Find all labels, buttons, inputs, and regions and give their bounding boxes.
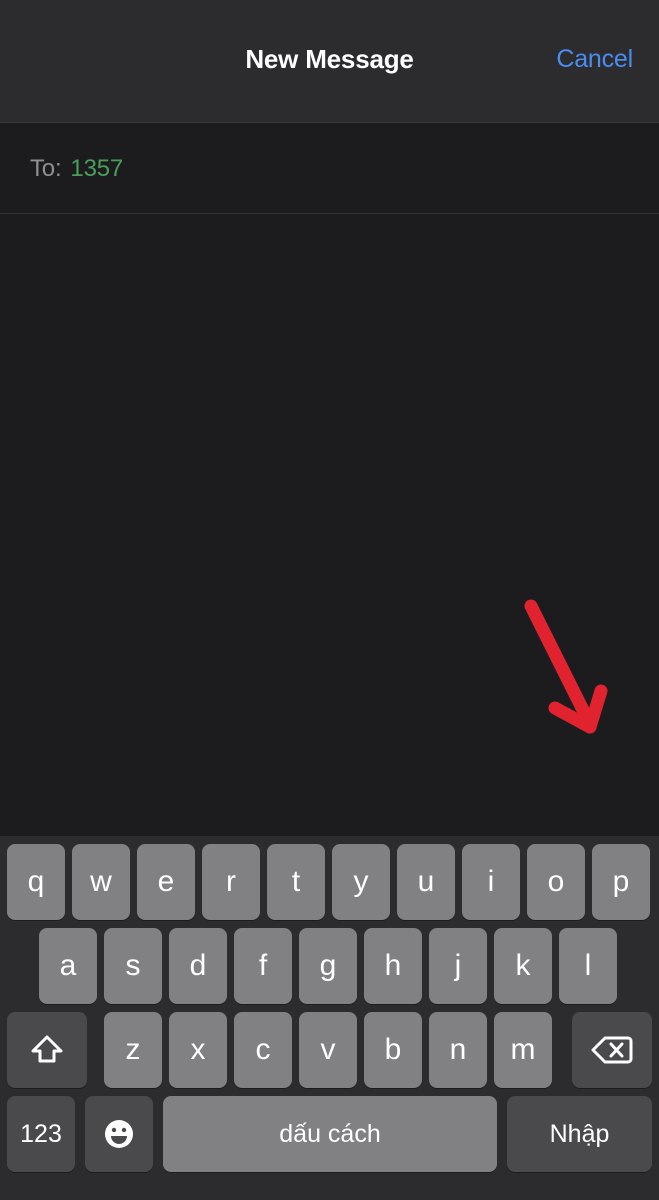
key-p[interactable]: p — [592, 844, 650, 920]
key-l[interactable]: l — [559, 928, 617, 1004]
messages-new-message-screen: New Message Cancel To: 1357 q w e r t y … — [0, 0, 659, 1200]
recipient-field[interactable]: To: 1357 — [0, 122, 659, 214]
key-s-label: s — [125, 949, 141, 982]
key-m[interactable]: m — [494, 1012, 552, 1088]
key-k-label: k — [515, 949, 531, 982]
space-key[interactable]: dấu cách — [163, 1096, 497, 1172]
key-u[interactable]: u — [397, 844, 455, 920]
key-r[interactable]: r — [202, 844, 260, 920]
key-x[interactable]: x — [169, 1012, 227, 1088]
key-i-label: i — [487, 865, 495, 898]
key-e[interactable]: e — [137, 844, 195, 920]
key-n[interactable]: n — [429, 1012, 487, 1088]
key-c[interactable]: c — [234, 1012, 292, 1088]
key-f-label: f — [258, 949, 268, 982]
key-g[interactable]: g — [299, 928, 357, 1004]
keyboard-row-3: zxcvbnm — [0, 1012, 659, 1088]
key-n-label: n — [449, 1033, 467, 1066]
navigation-bar: New Message Cancel — [0, 0, 659, 122]
key-c-label: c — [255, 1033, 271, 1066]
key-f[interactable]: f — [234, 928, 292, 1004]
key-i[interactable]: i — [462, 844, 520, 920]
key-o[interactable]: o — [527, 844, 585, 920]
key-g-label: g — [319, 949, 337, 982]
return-key[interactable]: Nhập — [507, 1096, 652, 1172]
emoji-key[interactable] — [85, 1096, 153, 1172]
key-u-label: u — [417, 865, 435, 898]
key-q-label: q — [27, 865, 45, 898]
key-h-label: h — [384, 949, 402, 982]
key-s[interactable]: s — [104, 928, 162, 1004]
key-z-label: z — [125, 1033, 141, 1066]
key-y[interactable]: y — [332, 844, 390, 920]
key-b-label: b — [384, 1033, 402, 1066]
key-w[interactable]: w — [72, 844, 130, 920]
key-m-label: m — [510, 1033, 536, 1066]
message-input-bar: UA — [0, 748, 659, 836]
space-key-label: dấu cách — [279, 1119, 381, 1148]
key-r-label: r — [226, 865, 236, 898]
emoji-icon — [105, 1120, 133, 1148]
key-t[interactable]: t — [267, 844, 325, 920]
backspace-icon — [591, 1036, 633, 1064]
shift-key[interactable] — [7, 1012, 87, 1088]
key-e-label: e — [157, 865, 175, 898]
key-z[interactable]: z — [104, 1012, 162, 1088]
cancel-button[interactable]: Cancel — [556, 45, 633, 74]
key-o-label: o — [547, 865, 565, 898]
keyboard-row-4: 123 dấu cách Nhập — [0, 1096, 659, 1172]
key-h[interactable]: h — [364, 928, 422, 1004]
key-j[interactable]: j — [429, 928, 487, 1004]
key-d-label: d — [189, 949, 207, 982]
shift-icon — [31, 1035, 63, 1063]
key-a[interactable]: a — [39, 928, 97, 1004]
key-a-label: a — [59, 949, 77, 982]
key-t-label: t — [291, 865, 301, 898]
key-j-label: j — [454, 949, 462, 982]
recipient-label: To: — [30, 155, 62, 182]
key-x-label: x — [190, 1033, 206, 1066]
keyboard: q w e r t y u i o p a s d f g h j k l z x c v b n m 123 dấu cách… — [0, 836, 659, 1200]
key-p-label: p — [612, 865, 630, 898]
numbers-key-label: 123 — [20, 1119, 62, 1148]
keyboard-row-1: qwertyuiop — [0, 844, 659, 920]
keyboard-row-2: asdfghjkl — [0, 928, 659, 1004]
conversation-area — [0, 215, 659, 748]
key-q[interactable]: q — [7, 844, 65, 920]
backspace-key[interactable] — [572, 1012, 652, 1088]
recipient-value[interactable]: 1357 — [70, 155, 123, 183]
key-k[interactable]: k — [494, 928, 552, 1004]
numbers-key[interactable]: 123 — [7, 1096, 75, 1172]
key-d[interactable]: d — [169, 928, 227, 1004]
key-y-label: y — [353, 865, 369, 898]
recipient-inner: To: 1357 — [30, 123, 123, 215]
key-v-label: v — [320, 1033, 336, 1066]
return-key-label: Nhập — [549, 1119, 610, 1148]
key-w-label: w — [90, 865, 112, 898]
key-b[interactable]: b — [364, 1012, 422, 1088]
key-l-label: l — [584, 949, 592, 982]
key-v[interactable]: v — [299, 1012, 357, 1088]
